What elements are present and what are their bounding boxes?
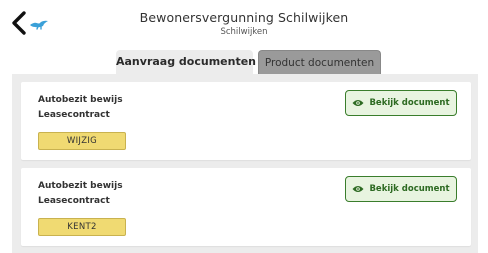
view-document-button[interactable]: Bekijk document — [345, 176, 457, 202]
document-list: Autobezit bewijs Leasecontract WIJZIG Be… — [12, 74, 478, 253]
eye-icon — [352, 100, 364, 106]
view-document-button[interactable]: Bekijk document — [345, 90, 457, 116]
status-badge: WIJZIG — [38, 132, 126, 150]
tab-aanvraag-documenten[interactable]: Aanvraag documenten — [116, 50, 256, 74]
document-type: Autobezit bewijs — [38, 181, 123, 191]
app-screen: Bewonersvergunning Schilwijken Schilwijk… — [0, 0, 488, 253]
document-subtype: Leasecontract — [38, 196, 110, 206]
view-document-label: Bekijk document — [369, 184, 450, 194]
page-subtitle: Schilwijken — [220, 27, 268, 37]
status-badge: KENT2 — [38, 218, 126, 236]
view-document-label: Bekijk document — [369, 98, 450, 108]
document-subtype: Leasecontract — [38, 110, 110, 120]
header: Bewonersvergunning Schilwijken Schilwijk… — [0, 0, 488, 46]
document-card: Autobezit bewijs Leasecontract KENT2 Bek… — [21, 168, 471, 246]
document-type: Autobezit bewijs — [38, 95, 123, 105]
page-title: Bewonersvergunning Schilwijken — [139, 10, 349, 25]
tab-product-documenten[interactable]: Product documenten — [258, 50, 381, 74]
eye-icon — [352, 186, 364, 192]
tab-bar: Aanvraag documenten Product documenten — [0, 50, 488, 74]
document-card: Autobezit bewijs Leasecontract WIJZIG Be… — [21, 82, 471, 160]
